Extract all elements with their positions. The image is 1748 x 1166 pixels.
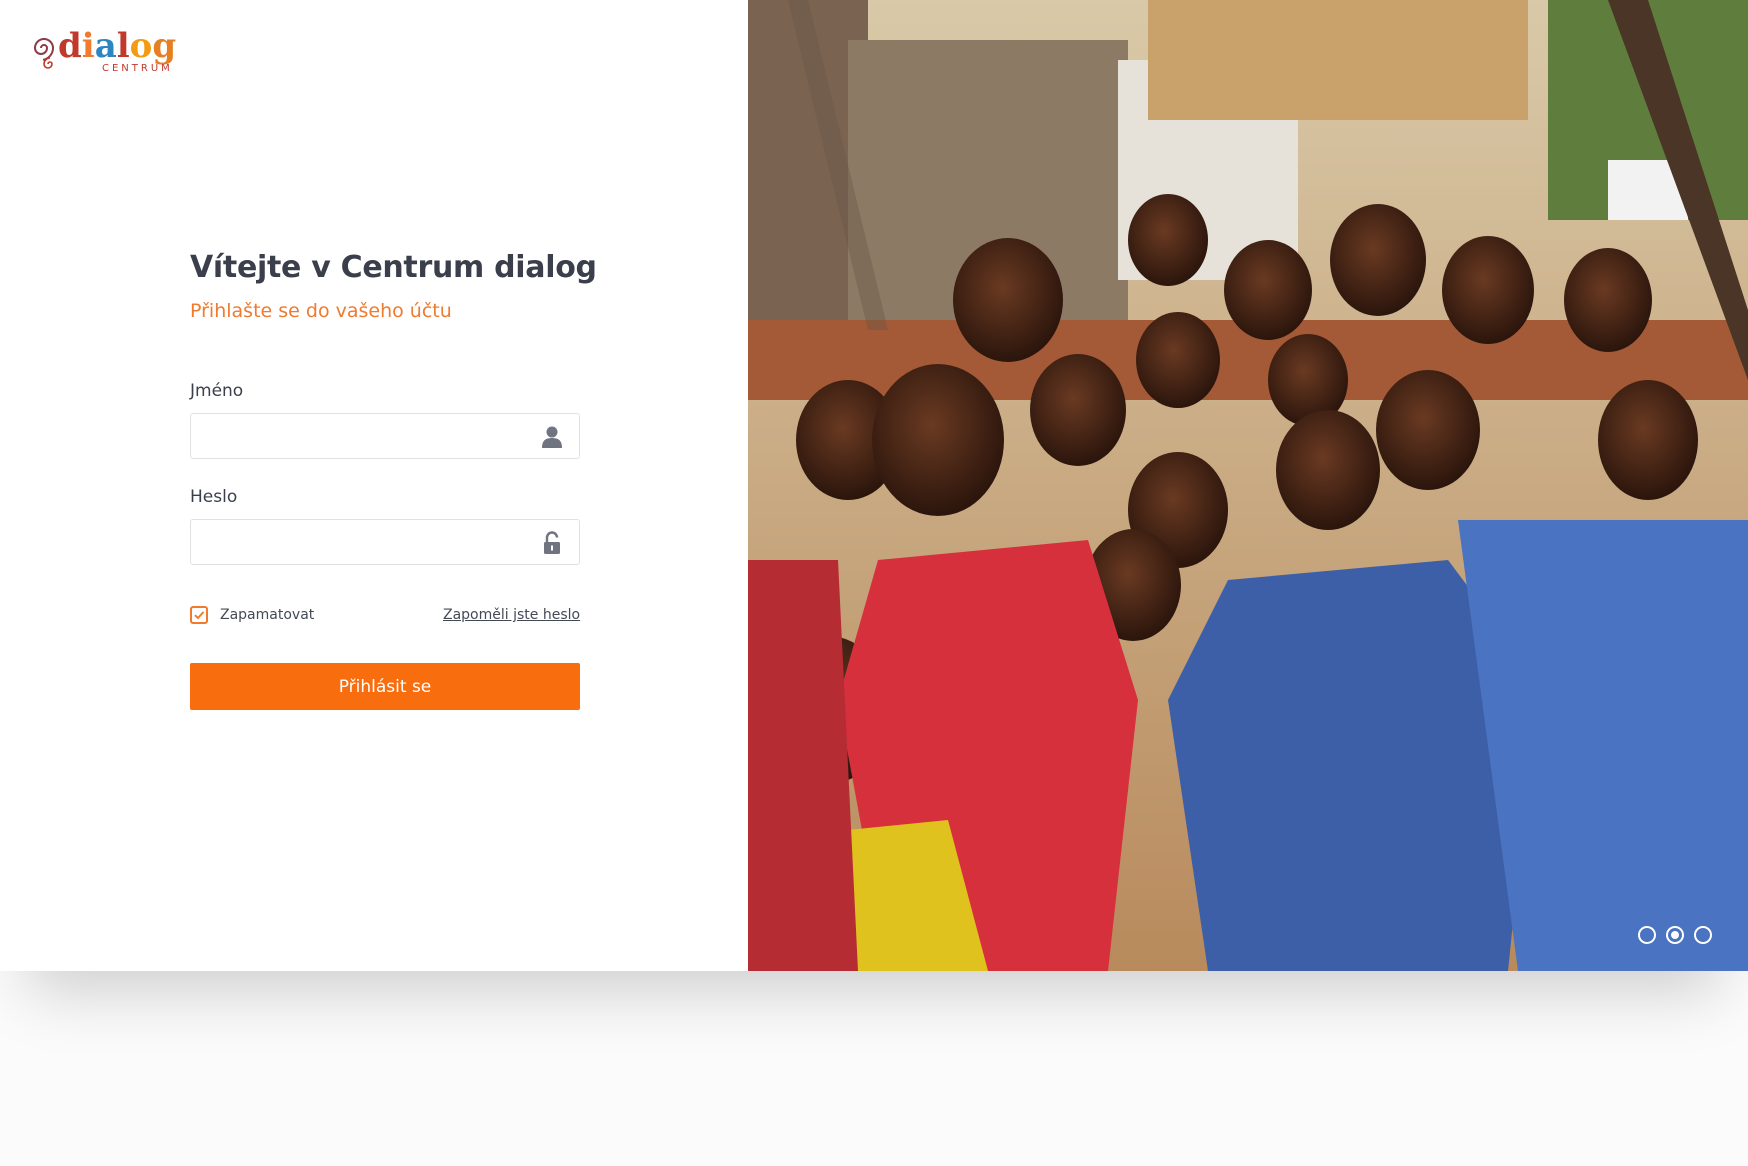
logo-subtitle: CENTRUM (102, 63, 173, 74)
logo-letter: a (94, 26, 117, 66)
unlock-icon (544, 531, 560, 554)
logo-letter: o (129, 26, 153, 66)
carousel-dot[interactable] (1694, 926, 1712, 944)
username-label: Jméno (190, 381, 244, 401)
carousel-dot-active[interactable] (1666, 926, 1684, 944)
user-icon (542, 426, 562, 448)
logo-letter: d (58, 26, 82, 66)
swirl-logo-icon (33, 38, 55, 69)
username-field[interactable] (190, 413, 580, 459)
logo-letter: g (152, 26, 177, 66)
page-subtitle: Přihlašte se do vašeho účtu (190, 300, 452, 322)
password-label: Heslo (190, 487, 238, 507)
username-input[interactable] (191, 414, 549, 458)
hero-panel (748, 0, 1748, 971)
hero-photo (748, 0, 1748, 971)
remember-label: Zapamatovat (220, 607, 315, 623)
remember-checkbox[interactable] (190, 606, 208, 624)
logo-letter: l (116, 26, 130, 66)
carousel-dot[interactable] (1638, 926, 1656, 944)
checkmark-icon (194, 611, 205, 620)
brand-logo[interactable]: dialog CENTRUM (28, 26, 178, 81)
login-panel: dialog CENTRUM Vítejte v Centrum dialog … (0, 0, 748, 971)
logo-letter: i (81, 26, 95, 66)
forgot-password-link[interactable]: Zapoměli jste heslo (443, 607, 580, 623)
logo-wordmark: dialog (58, 26, 176, 66)
page-title: Vítejte v Centrum dialog (190, 250, 597, 285)
carousel-dots (1638, 926, 1726, 944)
password-field[interactable] (190, 519, 580, 565)
password-input[interactable] (191, 520, 549, 564)
login-card: dialog CENTRUM Vítejte v Centrum dialog … (0, 0, 1748, 971)
login-button[interactable]: Přihlásit se (190, 663, 580, 710)
